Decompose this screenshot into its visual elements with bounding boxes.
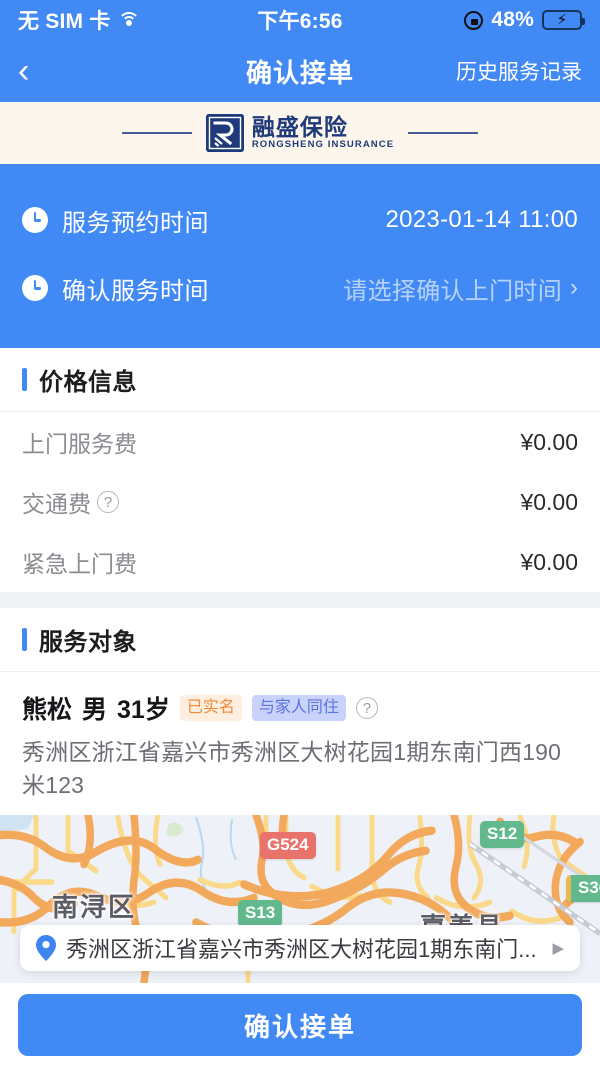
bottom-action-bar: 确认接单: [0, 983, 600, 1067]
confirm-time-value[interactable]: 请选择确认上门时间: [343, 271, 562, 306]
price-section-title: 价格信息: [39, 369, 137, 396]
appointment-time-label: 服务预约时间: [62, 209, 209, 237]
rongsheng-logo-icon: [205, 114, 244, 152]
map-view[interactable]: 南浔区 嘉善县 G524 S12 S13 S36 秀洲区浙江省嘉兴市秀洲区大树花…: [0, 815, 600, 983]
confirm-time-label: 确认服务时间: [62, 277, 209, 305]
service-object-section: 服务对象 熊松 男 31岁 已实名 与家人同住 ? 秀洲区浙江省嘉兴市秀洲区大树…: [0, 608, 600, 816]
status-badge-family: 与家人同住: [251, 695, 346, 721]
route-shield-s12: S12: [480, 821, 525, 848]
service-time-card: 服务预约时间 2023-01-14 11:00 确认服务时间 请选择确认上门时间…: [0, 164, 600, 348]
question-mark-icon[interactable]: ?: [97, 491, 119, 513]
section-accent-bar: [22, 628, 27, 651]
appointment-time-value: 2023-01-14 11:00: [385, 206, 578, 233]
person-age: 31岁: [117, 696, 170, 724]
brand-text: 融盛保险 RONGSHENG INSURANCE: [252, 115, 394, 151]
person-name: 熊松: [22, 696, 73, 724]
fee-value: ¥0.00: [520, 488, 578, 515]
question-mark-icon[interactable]: ?: [355, 697, 378, 719]
chevron-right-icon: ›: [570, 274, 578, 301]
map-address-text: 秀洲区浙江省嘉兴市秀洲区大树花园1期东南门...: [66, 937, 537, 962]
confirm-time-row[interactable]: 确认服务时间 请选择确认上门时间 ›: [22, 258, 578, 318]
carrier-label: 无 SIM 卡: [18, 10, 111, 33]
fee-value: ¥0.00: [520, 428, 578, 455]
section-divider: [0, 592, 600, 608]
map-address-pill[interactable]: 秀洲区浙江省嘉兴市秀洲区大树花园1期东南门... ▶: [20, 925, 580, 971]
clock-icon: [22, 207, 48, 233]
service-object-header: 服务对象: [0, 608, 600, 672]
brand-rule-right: [408, 132, 479, 134]
navigation-bar: ‹ 确认接单 历史服务记录: [0, 40, 600, 102]
app-root: 无 SIM 卡 下午6:56 48% ⚡ ‹ 确认接单 历史服务记录 融盛保险 …: [0, 0, 600, 1067]
history-service-record-link[interactable]: 历史服务记录: [456, 56, 582, 86]
status-bar: 无 SIM 卡 下午6:56 48% ⚡: [0, 0, 600, 40]
rotation-lock-icon: [464, 10, 484, 30]
wifi-icon: [117, 11, 141, 29]
fee-row: 上门服务费 ¥0.00: [0, 412, 600, 472]
fee-label: 上门服务费: [22, 431, 137, 457]
battery-icon: ⚡: [542, 10, 585, 30]
route-shield-g524: G524: [260, 832, 316, 859]
brand-name-en: RONGSHENG INSURANCE: [251, 138, 395, 150]
clock-icon: [22, 275, 48, 301]
person-info-row: 熊松 男 31岁 已实名 与家人同住 ?: [0, 672, 600, 728]
status-badge-verified: 已实名: [179, 695, 242, 721]
brand-rule-left: [121, 132, 192, 134]
map-district-label: 南浔区: [52, 892, 137, 923]
lightning-bolt-icon: ⚡: [556, 11, 568, 29]
fee-value: ¥0.00: [520, 548, 578, 575]
brand-band: 融盛保险 RONGSHENG INSURANCE: [0, 102, 600, 164]
person-gender: 男: [82, 696, 108, 724]
brand-name-cn: 融盛保险: [251, 113, 348, 140]
chevron-left-icon: ‹: [18, 52, 30, 90]
battery-percent-label: 48%: [491, 8, 534, 31]
location-pin-icon: [36, 935, 56, 961]
status-bar-left: 无 SIM 卡: [18, 5, 141, 35]
fee-row: 紧急上门费 ¥0.00: [0, 532, 600, 592]
price-section: 价格信息 上门服务费 ¥0.00 交通费 ? ¥0.00 紧急上门费 ¥0.00: [0, 348, 600, 592]
play-arrow-icon[interactable]: ▶: [552, 939, 564, 957]
price-section-header: 价格信息: [0, 348, 600, 412]
fee-label: 交通费: [22, 491, 91, 517]
fee-label: 紧急上门费: [22, 551, 137, 577]
fee-row: 交通费 ? ¥0.00: [0, 472, 600, 532]
route-shield-s36: S36: [566, 875, 600, 902]
section-accent-bar: [22, 368, 27, 391]
service-object-title: 服务对象: [39, 629, 137, 656]
back-button[interactable]: ‹: [18, 54, 62, 88]
status-bar-right: 48% ⚡: [464, 8, 585, 32]
confirm-order-button[interactable]: 确认接单: [18, 994, 582, 1056]
appointment-time-row: 服务预约时间 2023-01-14 11:00: [22, 190, 578, 250]
fee-label-with-help: 交通费 ?: [22, 485, 119, 519]
route-shield-s13: S13: [238, 900, 283, 927]
brand-logo: 融盛保险 RONGSHENG INSURANCE: [205, 114, 394, 152]
service-address: 秀洲区浙江省嘉兴市秀洲区大树花园1期东南门西190米123: [22, 739, 562, 798]
